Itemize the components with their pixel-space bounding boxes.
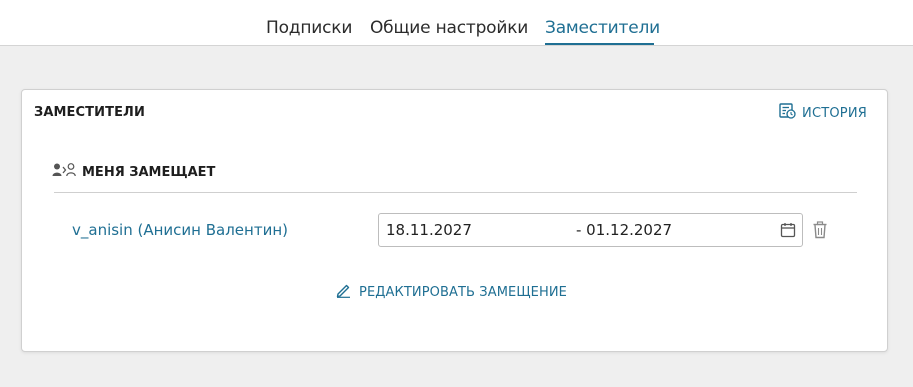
substitute-users-icon [52,162,78,182]
history-link[interactable]: ИСТОРИЯ [779,103,867,123]
tab-subscriptions[interactable]: Подписки [266,17,352,39]
trash-icon[interactable] [812,221,828,243]
tab-deputies[interactable]: Заместители [545,17,660,39]
date-end: - 01.12.2027 [576,221,673,239]
section-title: МЕНЯ ЗАМЕЩАЕТ [82,164,216,180]
deputy-user-link[interactable]: v_anisin (Анисин Валентин) [72,221,288,239]
deputies-card: ЗАМЕСТИТЕЛИ ИСТОРИЯ МЕНЯ ЗАМЕЩАЕТ v_anis… [21,89,888,352]
history-icon [779,103,796,123]
section-divider [54,192,857,193]
substituted-by-header: МЕНЯ ЗАМЕЩАЕТ [52,162,215,182]
substitution-date-range-input[interactable]: 18.11.2027 - 01.12.2027 [378,213,803,247]
calendar-icon[interactable] [780,222,796,242]
tab-general-settings[interactable]: Общие настройки [370,17,528,39]
active-tab-indicator [545,43,654,45]
pencil-icon [336,283,351,302]
top-tab-bar: Подписки Общие настройки Заместители [0,0,913,46]
edit-substitution-button[interactable]: РЕДАКТИРОВАТЬ ЗАМЕЩЕНИЕ [336,283,567,302]
edit-substitution-label: РЕДАКТИРОВАТЬ ЗАМЕЩЕНИЕ [359,285,567,300]
card-title: ЗАМЕСТИТЕЛИ [34,105,145,120]
history-label: ИСТОРИЯ [802,105,867,121]
date-start: 18.11.2027 [386,221,472,239]
